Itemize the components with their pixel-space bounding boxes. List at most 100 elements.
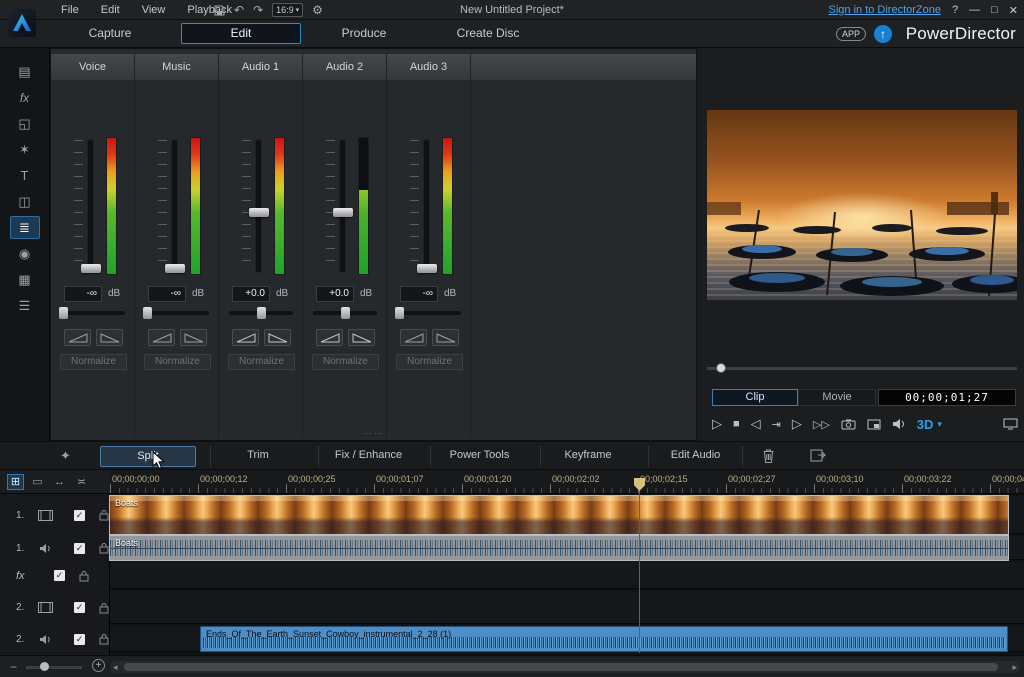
volume-fader-handle[interactable] [417, 264, 437, 273]
fade-out-button[interactable] [264, 329, 291, 346]
track-enable-checkbox[interactable]: ✓ [74, 634, 85, 645]
zoom-out-button[interactable]: − [10, 660, 17, 674]
tab-capture[interactable]: Capture [50, 23, 170, 44]
minimize-button[interactable]: — [969, 4, 980, 16]
stop-button[interactable]: ■ [733, 418, 740, 430]
track-lock-icon[interactable] [79, 570, 89, 582]
preview-seek-handle[interactable] [716, 363, 726, 373]
edit-audio-button[interactable]: Edit Audio [648, 446, 743, 467]
keyframe-button[interactable]: Keyframe [540, 446, 635, 467]
normalize-button[interactable]: Normalize [312, 354, 379, 370]
volume-fader-track[interactable] [424, 140, 429, 272]
normalize-button[interactable]: Normalize [60, 354, 127, 370]
3d-mode-button[interactable]: 3D [917, 417, 934, 432]
scrollbar-thumb[interactable] [124, 663, 998, 671]
normalize-button[interactable]: Normalize [144, 354, 211, 370]
volume-fader-track[interactable] [256, 140, 261, 272]
volume-fader-track[interactable] [88, 140, 93, 272]
fix-enhance-button[interactable]: Fix / Enhance [318, 446, 418, 467]
scroll-right-arrow[interactable]: ▸ [1012, 661, 1017, 673]
fade-out-button[interactable] [348, 329, 375, 346]
timeline-horizontal-scrollbar[interactable]: ◂ ▸ [110, 661, 1020, 673]
snap-icon[interactable]: ≍ [73, 474, 90, 490]
magic-tool-icon[interactable]: ✦ [60, 448, 71, 464]
timeline-zoom-handle[interactable] [40, 662, 49, 671]
trim-button[interactable]: Trim [210, 446, 305, 467]
track-manager-icon[interactable]: ⊞ [7, 474, 24, 490]
undo-icon[interactable]: ↶ [234, 0, 244, 20]
pan-slider-track[interactable] [145, 311, 209, 315]
previous-frame-button[interactable]: ◁ [751, 416, 761, 432]
produce-range-icon[interactable] [810, 448, 826, 463]
audio-clip-boats[interactable]: Boats [110, 536, 1008, 560]
track-enable-checkbox[interactable]: ✓ [54, 570, 65, 581]
app-badge[interactable]: APP [836, 27, 866, 41]
zoom-in-button[interactable]: + [92, 659, 105, 672]
close-button[interactable]: ✕ [1009, 4, 1018, 17]
3d-dropdown-caret-icon[interactable]: ▾ [937, 419, 942, 430]
pan-slider-handle[interactable] [59, 307, 68, 319]
sidebar-item-effect-room[interactable]: fx [10, 86, 40, 109]
sidebar-item-media-room[interactable]: ▤ [10, 60, 40, 83]
fade-out-button[interactable] [96, 329, 123, 346]
normalize-button[interactable]: Normalize [396, 354, 463, 370]
timecode-display[interactable]: 00;00;01;27 [878, 389, 1016, 406]
audio-track-2[interactable]: Ends_Of_The_Earth_Sunset_Cowboy_instrume… [110, 626, 1024, 652]
pan-slider-handle[interactable] [257, 307, 266, 319]
panel-resize-handle[interactable]: ⋯⋯ [363, 428, 385, 439]
fullscreen-icon[interactable] [1003, 418, 1018, 430]
sidebar-item-transition-room[interactable]: ◫ [10, 190, 40, 213]
timeline-ruler[interactable]: 00;00;00;00 00;00;00;12 00;00;00;25 00;0… [110, 470, 1024, 494]
split-button[interactable]: Split [100, 446, 196, 467]
sidebar-item-pip-objects-room[interactable]: ◱ [10, 112, 40, 135]
movie-mode-button[interactable]: Movie [798, 389, 876, 406]
timeline-zoom-slider[interactable] [26, 666, 82, 669]
clip-mode-button[interactable]: Clip [712, 389, 798, 406]
volume-fader-handle[interactable] [81, 264, 101, 273]
volume-fader-handle[interactable] [249, 208, 269, 217]
sidebar-item-voice-over-room[interactable]: ◉ [10, 242, 40, 265]
tab-produce[interactable]: Produce [304, 23, 424, 44]
video-track-1[interactable]: Boats [110, 496, 1024, 534]
fade-in-button[interactable] [64, 329, 91, 346]
fade-in-button[interactable] [316, 329, 343, 346]
help-button[interactable]: ? [952, 4, 958, 16]
video-clip-boats[interactable]: Boats [110, 496, 1008, 534]
video-track-2[interactable] [110, 591, 1024, 624]
sidebar-item-chapter-room[interactable]: ▦ [10, 268, 40, 291]
pan-slider-handle[interactable] [143, 307, 152, 319]
save-icon[interactable] [214, 5, 225, 16]
track-lock-icon[interactable] [99, 509, 109, 521]
menu-file[interactable]: File [50, 4, 90, 16]
fx-track[interactable] [110, 562, 1024, 589]
next-frame-button[interactable]: ▷ [792, 416, 802, 432]
fit-timeline-icon[interactable]: ↔ [51, 474, 68, 490]
redo-icon[interactable]: ↷ [253, 0, 263, 20]
power-tools-button[interactable]: Power Tools [430, 446, 528, 467]
track-enable-checkbox[interactable]: ✓ [74, 602, 85, 613]
music-clip[interactable]: Ends_Of_The_Earth_Sunset_Cowboy_instrume… [200, 626, 1008, 652]
pip-preview-icon[interactable] [867, 419, 881, 430]
volume-speaker-icon[interactable] [892, 418, 906, 430]
track-enable-checkbox[interactable]: ✓ [74, 543, 85, 554]
fast-forward-button[interactable]: ▷▷ [813, 418, 830, 431]
track-lock-icon[interactable] [99, 542, 109, 554]
track-enable-checkbox[interactable]: ✓ [74, 510, 85, 521]
sidebar-item-title-room[interactable]: T [10, 164, 40, 187]
volume-fader-track[interactable] [340, 140, 345, 272]
menu-view[interactable]: View [131, 4, 177, 16]
fade-out-button[interactable] [180, 329, 207, 346]
sidebar-item-audio-mixing-room[interactable]: ≣ [10, 216, 40, 239]
settings-gear-icon[interactable]: ⚙ [312, 0, 323, 20]
tab-edit[interactable]: Edit [181, 23, 301, 44]
upgrade-arrow-icon[interactable]: ↑ [874, 25, 892, 43]
audio-track-1[interactable]: Boats [110, 536, 1024, 560]
range-select-icon[interactable]: ▭ [29, 474, 46, 490]
menu-edit[interactable]: Edit [90, 4, 131, 16]
fade-in-button[interactable] [148, 329, 175, 346]
aspect-ratio-select[interactable]: 16:9 ▾ [272, 3, 303, 17]
fade-in-button[interactable] [232, 329, 259, 346]
maximize-button[interactable]: □ [991, 4, 998, 16]
preview-seek-track[interactable] [707, 367, 1017, 370]
tab-create-disc[interactable]: Create Disc [428, 23, 548, 44]
